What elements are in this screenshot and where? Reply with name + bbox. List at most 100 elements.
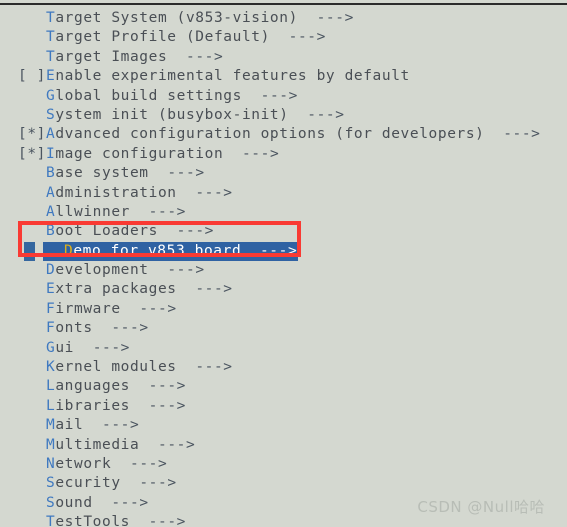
submenu-arrow-icon: --->	[111, 320, 149, 337]
menu-item[interactable]: Mail --->	[0, 416, 567, 435]
submenu-arrow-icon: --->	[148, 203, 186, 220]
menu-item[interactable]: Libraries --->	[0, 397, 567, 416]
label-arrow-gap	[177, 359, 196, 375]
checkbox-checked-icon[interactable]: [*]	[0, 125, 46, 144]
submenu-arrow-icon: --->	[195, 281, 233, 298]
submenu-arrow-icon: --->	[111, 494, 149, 511]
menu-item[interactable]: Fonts --->	[0, 319, 567, 338]
menu-item-hotkey: M	[46, 436, 56, 453]
checkbox-checked-icon[interactable]: [*]	[0, 145, 46, 164]
submenu-arrow-icon: --->	[241, 145, 280, 162]
menu-item[interactable]: [ ]Enable experimental features by defau…	[0, 67, 567, 86]
submenu-arrow-icon: --->	[185, 48, 224, 65]
menuconfig-screen: Target System (v853-vision) ---> Target P…	[0, 0, 567, 527]
menu-item-label: Administration --->	[46, 185, 233, 201]
menu-item-label: Boot Loaders --->	[46, 223, 214, 239]
menu-item-label: Extra packages --->	[46, 281, 233, 297]
menu-item[interactable]: Extra packages --->	[0, 280, 567, 299]
menu-item-text: ernel modules	[55, 359, 177, 376]
checkbox-unchecked-icon[interactable]: [ ]	[0, 67, 46, 86]
submenu-arrow-icon: --->	[176, 223, 214, 240]
label-arrow-gap	[242, 88, 261, 104]
menu-item-text: anguages	[55, 378, 130, 395]
menu-item-label: Demo for v853 board --->	[64, 242, 297, 261]
label-arrow-gap	[289, 107, 308, 123]
menu-item-text: ase system	[55, 165, 149, 182]
menu-item-text: xtra packages	[55, 281, 177, 298]
menu-item-hotkey: N	[46, 455, 56, 472]
label-arrow-gap	[270, 29, 289, 45]
menu-item[interactable]: [*]Image configuration --->	[0, 145, 567, 164]
menu-item[interactable]: [*]Advanced configuration options (for d…	[0, 125, 567, 144]
menu-item[interactable]: Target Profile (Default) --->	[0, 28, 567, 47]
label-arrow-gap	[121, 475, 140, 491]
menu-item[interactable]: Firmware --->	[0, 300, 567, 319]
menu-item[interactable]: Network --->	[0, 455, 567, 474]
menu-item-text: arget System (v853-vision)	[55, 10, 298, 26]
label-arrow-gap	[177, 281, 196, 297]
menu-item-label: Mail --->	[46, 417, 139, 433]
menu-item-hotkey: A	[46, 184, 56, 201]
menu-item[interactable]: Base system --->	[0, 164, 567, 183]
menu-item[interactable]: Boot Loaders --->	[0, 222, 567, 241]
submenu-arrow-icon: --->	[167, 262, 205, 279]
submenu-arrow-icon: --->	[316, 10, 354, 26]
menu-item-label: Allwinner --->	[46, 204, 186, 220]
menu-item-text: irmware	[55, 300, 121, 317]
label-arrow-gap	[130, 514, 149, 527]
menu-item-text: lobal build settings	[55, 87, 242, 104]
submenu-arrow-icon: --->	[195, 359, 233, 376]
menu-item[interactable]: System init (busybox-init) --->	[0, 106, 567, 125]
menu-item-text: estTools	[55, 514, 130, 527]
submenu-arrow-icon: --->	[102, 417, 140, 434]
menu-item-hotkey: B	[46, 223, 56, 240]
menu-item-label: Global build settings --->	[46, 88, 298, 104]
label-arrow-gap	[167, 49, 186, 65]
menu-item[interactable]: Development --->	[0, 261, 567, 280]
menu-item[interactable]: Administration --->	[0, 184, 567, 203]
menu-item-text: ultimedia	[55, 436, 140, 453]
menu-item-hotkey: T	[46, 514, 56, 527]
menu-item[interactable]: Target Images --->	[0, 48, 567, 67]
selection-cursor-block	[24, 241, 35, 262]
menu-item-hotkey: D	[46, 262, 56, 279]
menu-item-hotkey: K	[46, 359, 56, 376]
menu-item-hotkey: F	[46, 300, 56, 317]
menu-item-text: ystem init (busybox-init)	[55, 106, 289, 123]
menu-item-text: dvanced configuration options (for devel…	[55, 126, 485, 143]
menu-item-hotkey: B	[46, 165, 56, 182]
menu-item[interactable]: Kernel modules --->	[0, 358, 567, 377]
menu-item[interactable]: Gui --->	[0, 339, 567, 358]
menu-item-text: dministration	[55, 184, 177, 201]
menu-item-label: Base system --->	[46, 165, 205, 181]
label-arrow-gap	[149, 165, 168, 181]
menu-item-label: Libraries --->	[46, 398, 186, 414]
submenu-arrow-icon: --->	[92, 339, 131, 356]
menu-list[interactable]: Target System (v853-vision) ---> Target P…	[0, 9, 567, 527]
submenu-arrow-icon: --->	[503, 126, 541, 143]
menu-item[interactable]: Multimedia --->	[0, 436, 567, 455]
menu-item[interactable]: Global build settings --->	[0, 87, 567, 106]
menu-item-text: mage configuration	[55, 145, 224, 162]
submenu-arrow-icon: --->	[139, 475, 177, 492]
menu-item-hotkey: A	[46, 203, 56, 220]
menu-item-label: System init (busybox-init) --->	[46, 107, 345, 123]
menu-item-hotkey: A	[46, 126, 56, 143]
menu-item-text: nable experimental features by default	[55, 68, 410, 85]
menu-item-label: Enable experimental features by default	[46, 68, 410, 84]
menu-item-hotkey: F	[46, 320, 56, 337]
label-arrow-gap	[93, 495, 112, 511]
menu-item-label: Development --->	[46, 262, 205, 278]
menu-item[interactable]: Languages --->	[0, 377, 567, 396]
menu-item-hotkey: D	[64, 242, 74, 259]
menu-item-selected[interactable]: Demo for v853 board --->	[0, 241, 567, 262]
menu-item[interactable]: Target System (v853-vision) --->	[0, 9, 567, 28]
label-arrow-gap	[223, 146, 242, 162]
label-arrow-gap	[298, 10, 317, 26]
menu-item[interactable]: Allwinner --->	[0, 203, 567, 222]
menu-item-text: ound	[55, 494, 93, 511]
menu-item-text: emo for v853 board	[73, 242, 242, 259]
menu-item[interactable]: Security --->	[0, 474, 567, 493]
label-arrow-gap	[241, 243, 260, 259]
label-arrow-gap	[74, 340, 93, 356]
